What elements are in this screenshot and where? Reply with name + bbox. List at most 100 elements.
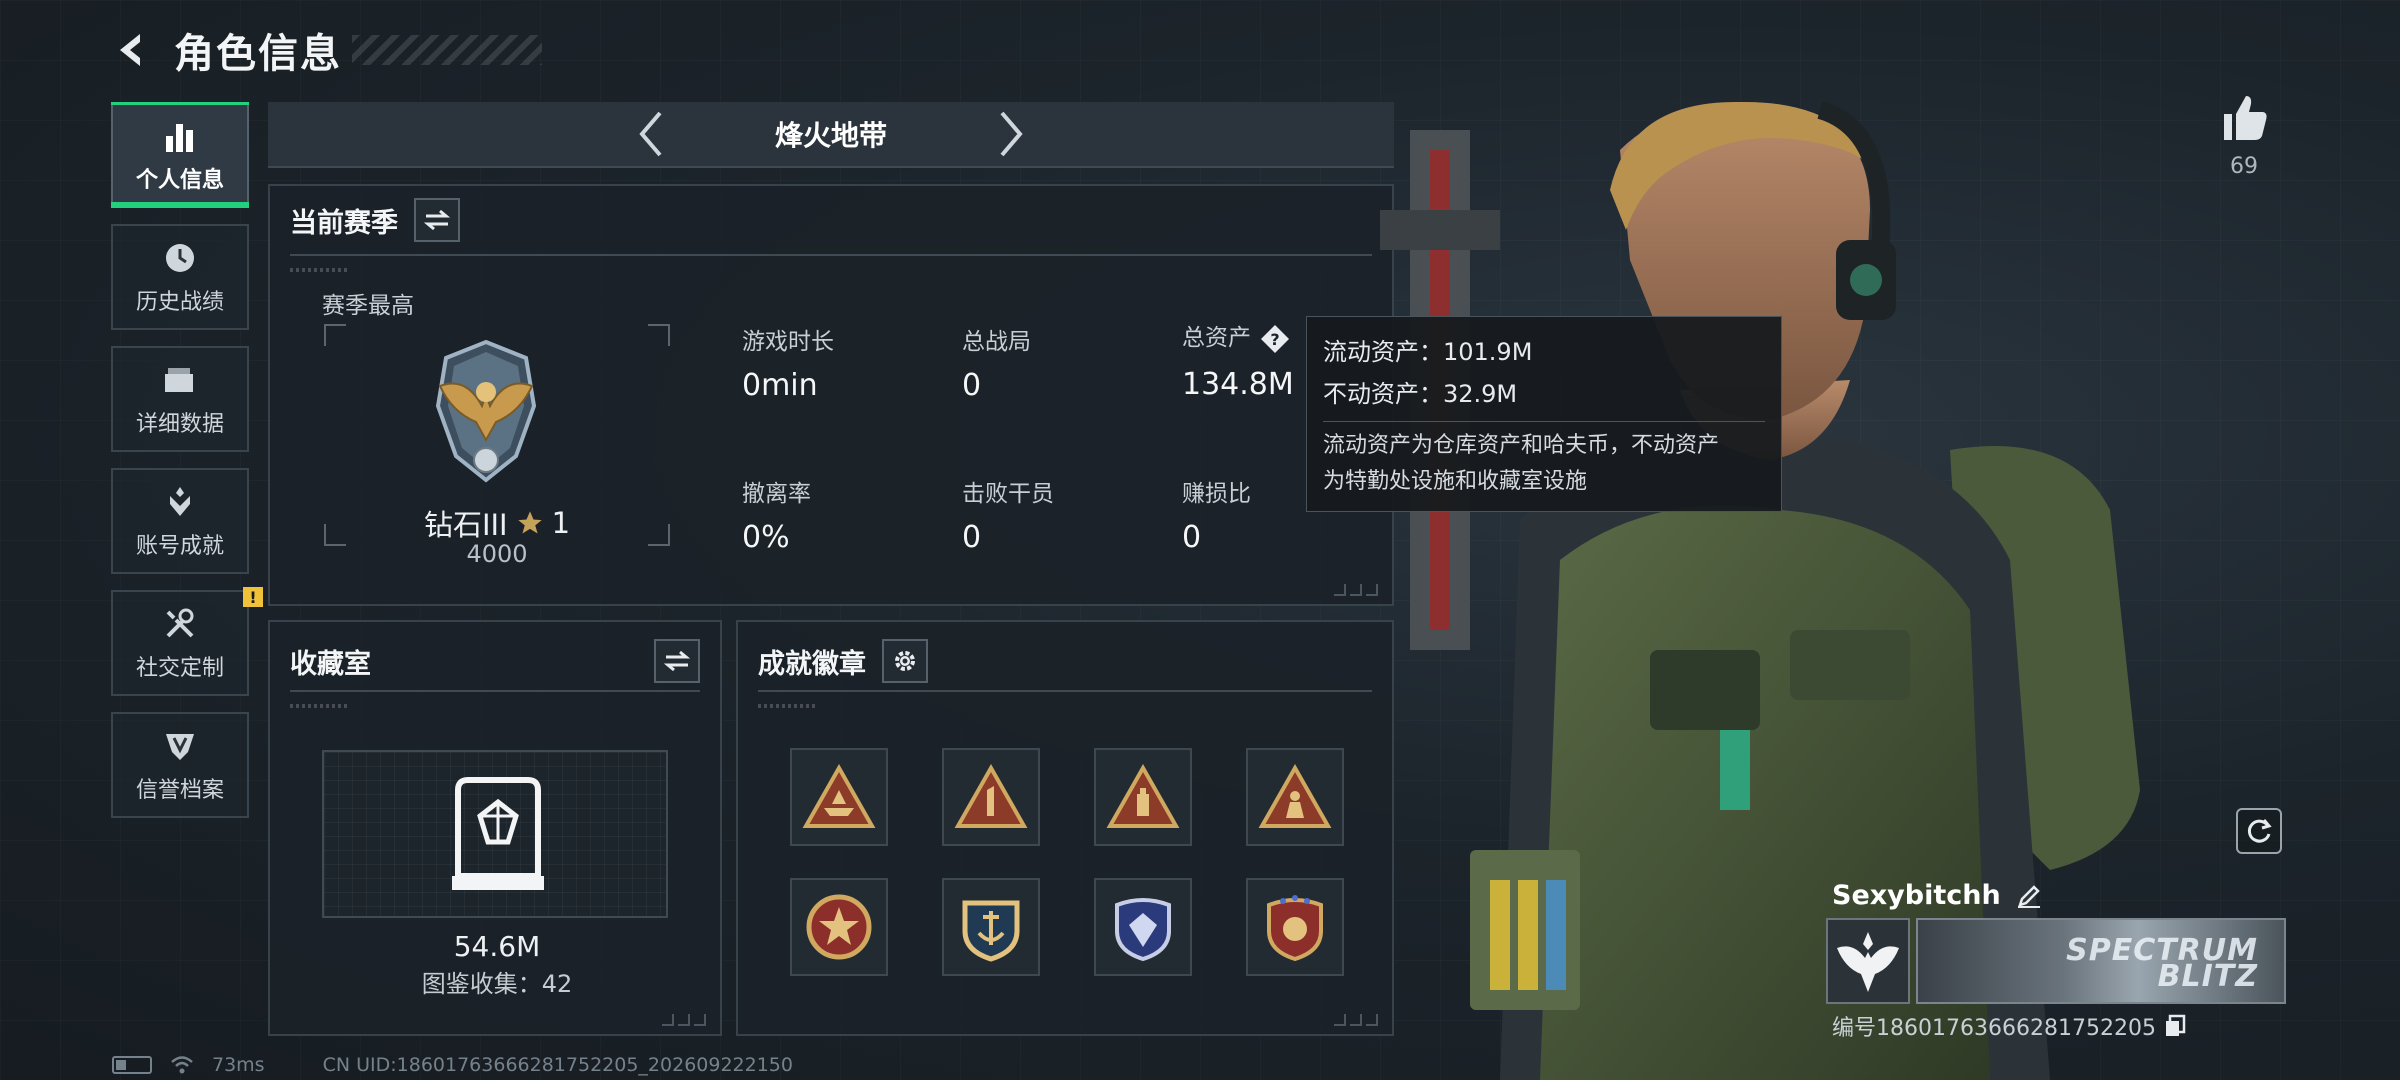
likes[interactable]: 69 [2212,92,2276,179]
badge-slot[interactable] [1246,878,1344,976]
player-id: 编号1860176366628175220​5 [1832,1016,2156,1041]
swap-icon [424,209,450,231]
stat-total-matches: 总战局 0 [962,322,1031,403]
badges-title: 成就徽章 [758,648,866,680]
shield-badge-gem-icon [1115,898,1171,962]
triangle-badge-ship-icon [802,764,876,828]
rank-name: 钻石III [423,508,508,542]
tooltip-liquid-assets: 流动资产：101.9M [1323,338,1533,366]
corner-decoration [662,1014,706,1026]
header-decoration [352,35,542,65]
season-header: 当前赛季 [290,198,460,242]
status-footer: 73ms CN UID:18601763666281752205_2026092… [112,1054,793,1076]
season-best-label: 赛季最高 [322,293,414,319]
footer-uid: CN UID:18601763666281752205_202609222150 [322,1054,793,1076]
gear-icon [895,651,915,671]
divider-ticks [758,704,818,708]
triangle-badge-one-icon [954,764,1028,828]
sidebar-item-label: 个人信息 [135,168,224,193]
stat-value: 0 [962,368,982,403]
stat-profit-ratio: 赚损比 0 [1182,474,1251,555]
divider-ticks [290,704,350,708]
player-namecard[interactable]: SPECTRUM BLITZ [1826,918,2286,1004]
sidebar-item-label: 账号成就 [135,534,224,559]
svg-text:?: ? [1270,330,1279,349]
prev-mode-button[interactable] [621,104,681,164]
eagle-emblem-icon [1837,932,1899,992]
badge-slot[interactable] [1094,748,1192,846]
stat-value: 0min [742,368,818,403]
stat-value: 134.8M [1182,366,1294,402]
battery-icon [112,1056,152,1074]
tooltip-fixed-assets: 不动资产：32.9M [1323,380,1518,408]
stat-value: 0 [1182,520,1202,555]
collection-display [322,750,668,918]
collection-switch-button[interactable] [654,639,700,683]
badge-slot[interactable] [942,878,1040,976]
rank-score: 4000 [466,540,528,568]
chevron-left-icon [639,111,662,157]
badge-slot[interactable] [790,748,888,846]
mode-selector: 烽火地带 [268,102,1394,168]
namecard-banner: SPECTRUM BLITZ [1916,918,2286,1004]
collection-count: 图鉴收集：42 [421,970,573,998]
bar-chart-icon [160,116,200,156]
rotate-character-button[interactable] [2236,808,2282,854]
stat-label: 总战局 [962,329,1031,355]
badge-slot[interactable] [1094,878,1192,976]
thumbs-up-icon [2224,96,2267,140]
stat-label: 击败干员 [962,481,1054,507]
shield-icon [160,726,200,766]
stat-total-assets: 总资产? 134.8M [1182,318,1294,402]
player-id-row: 编号1860176366628175220​5 [1832,1010,2188,1042]
sidebar-item-reputation[interactable]: 信誉档案 [111,712,249,818]
help-icon[interactable]: ? [1259,323,1291,355]
sidebar-item-details[interactable]: 详细数据 [111,346,249,452]
sidebar-item-label: 社交定制 [135,656,224,681]
rank-name-row: 钻石III 1 [324,502,670,544]
badge-slot[interactable] [1246,748,1344,846]
badges-settings-button[interactable] [882,639,928,683]
banner-text: SPECTRUM BLITZ [2066,936,2258,992]
star-icon [517,511,542,534]
collection-title: 收藏室 [290,648,371,680]
stat-play-time: 游戏时长 0min [742,322,834,403]
pencil-icon [2017,884,2040,908]
tooltip-note-line: 为特勤处设施和收藏室设施 [1323,469,1588,494]
sidebar: 个人信息 历史战绩 详细数据 账号成就 ! 社交定制 信誉档案 [111,102,263,834]
tooltip-note-line: 流动资产为仓库资产和哈夫币，不动资产 [1323,433,1720,458]
sidebar-item-personal-info[interactable]: 个人信息 [111,102,249,208]
copy-id-button[interactable] [2162,1013,2188,1039]
badge-slot[interactable] [942,748,1040,846]
notification-badge: ! [243,587,263,607]
next-mode-button[interactable] [981,104,1041,164]
sidebar-item-label: 详细数据 [135,412,224,437]
player-name: Sexybitchh [1832,880,2001,911]
sidebar-item-label: 历史战绩 [135,290,224,315]
wifi-icon [171,1056,193,1074]
stat-label: 撤离率 [742,481,811,507]
triangle-badge-tower-icon [1106,764,1180,828]
assets-tooltip: 流动资产：101.9M 不动资产：32.9M 流动资产为仓库资产和哈夫币，不动资… [1306,316,1782,512]
page-header: 角色信息 [110,22,542,78]
stat-value: 0 [962,520,982,555]
folder-icon [160,360,200,400]
back-button[interactable] [110,28,154,72]
player-name-row: Sexybitchh [1832,880,2043,911]
collection-header: 收藏室 [270,636,720,686]
badge-slot[interactable] [790,878,888,976]
stat-extraction-rate: 撤离率 0% [742,474,811,555]
page-title: 角色信息 [174,31,342,77]
season-switch-button[interactable] [414,198,460,242]
edit-name-button[interactable] [2015,882,2043,910]
copy-icon [2165,1014,2186,1036]
sidebar-item-social[interactable]: ! 社交定制 [111,587,263,696]
tools-icon [160,604,200,644]
collection-panel[interactable]: 收藏室 54.6M 图鉴收集：42 [268,620,722,1036]
history-clock-icon [160,238,200,278]
mode-title: 烽火地带 [774,119,887,152]
achievement-icon [160,482,200,522]
sidebar-item-achievements[interactable]: 账号成就 [111,468,249,574]
season-title: 当前赛季 [290,207,398,239]
sidebar-item-history[interactable]: 历史战绩 [111,224,249,330]
